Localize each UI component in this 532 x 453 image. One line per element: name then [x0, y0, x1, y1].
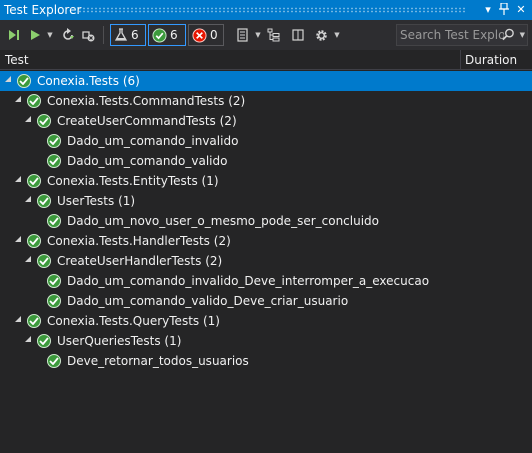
tree-row-label: Conexia.Tests.HandlerTests (2)	[47, 234, 231, 248]
settings-button[interactable]	[313, 26, 329, 44]
flask-icon	[114, 28, 128, 41]
run-all-icon	[9, 30, 19, 40]
play-icon	[31, 30, 40, 40]
tree-row-class[interactable]: CreateUserHandlerTests (2)	[0, 251, 532, 271]
run-all-button[interactable]	[6, 26, 22, 44]
tree-row-label: CreateUserHandlerTests (2)	[57, 254, 223, 268]
window-title: Test Explorer	[4, 3, 82, 17]
passed-icon	[47, 154, 61, 168]
passed-icon	[37, 334, 51, 348]
expand-arrow-icon[interactable]	[15, 236, 21, 242]
expand-arrow-icon[interactable]	[5, 76, 11, 82]
playlist-button[interactable]	[235, 26, 251, 44]
tree-row-namespace[interactable]: Conexia.Tests.QueryTests (1)	[0, 311, 532, 331]
search-input[interactable]	[400, 26, 504, 44]
tree-row-class[interactable]: UserQueriesTests (1)	[0, 331, 532, 351]
passed-icon	[37, 194, 51, 208]
run-dropdown-icon[interactable]: ▼	[46, 26, 54, 44]
expand-arrow-icon[interactable]	[15, 96, 21, 102]
close-icon[interactable]: ✕	[514, 3, 528, 17]
tree-row-namespace[interactable]: Conexia.Tests.EntityTests (1)	[0, 171, 532, 191]
passed-icon	[47, 354, 61, 368]
passed-icon	[47, 214, 61, 228]
tree-row-label: Conexia.Tests.CommandTests (2)	[47, 94, 246, 108]
column-header: Test Duration	[0, 50, 532, 70]
passed-icon	[27, 174, 41, 188]
filter-passed-button[interactable]: 6	[148, 24, 186, 46]
test-tree: Conexia.Tests (6) Conexia.Tests.CommandT…	[0, 71, 532, 453]
tree-row-test[interactable]: Deve_retornar_todos_usuarios	[0, 351, 532, 371]
tree-row-label: Conexia.Tests.QueryTests (1)	[47, 314, 220, 328]
tree-row-label: UserTests (1)	[57, 194, 136, 208]
passed-icon	[27, 314, 41, 328]
expand-arrow-icon[interactable]	[25, 336, 31, 342]
passed-icon	[47, 294, 61, 308]
passed-count: 6	[170, 28, 178, 42]
pin-icon[interactable]	[497, 2, 511, 17]
columns-icon	[292, 29, 304, 41]
columns-button[interactable]	[290, 26, 306, 44]
playlist-icon	[237, 28, 248, 42]
repeat-last-run-button[interactable]	[60, 26, 76, 44]
column-header-duration[interactable]: Duration	[465, 53, 517, 67]
tree-row-namespace[interactable]: Conexia.Tests.HandlerTests (2)	[0, 231, 532, 251]
drag-grip[interactable]	[78, 7, 466, 13]
column-header-test[interactable]: Test	[5, 53, 29, 67]
group-by-button[interactable]	[266, 26, 282, 44]
search-icon[interactable]	[502, 28, 515, 44]
tree-row-label: Dado_um_comando_invalido_Deve_interrompe…	[67, 274, 430, 288]
search-dropdown-icon[interactable]: ▼	[520, 26, 525, 44]
expand-arrow-icon[interactable]	[25, 196, 31, 202]
column-divider[interactable]	[460, 50, 461, 70]
expand-arrow-icon[interactable]	[15, 316, 21, 322]
passed-icon	[37, 114, 51, 128]
cancel-button[interactable]	[80, 26, 96, 44]
tree-row-namespace[interactable]: Conexia.Tests.CommandTests (2)	[0, 91, 532, 111]
group-icon	[267, 28, 280, 42]
tree-row-label: Conexia.Tests.EntityTests (1)	[47, 174, 219, 188]
tree-row-label: Dado_um_comando_valido	[67, 154, 228, 168]
tree-row-project[interactable]: Conexia.Tests (6)	[0, 71, 532, 91]
passed-icon	[47, 134, 61, 148]
tree-row-class[interactable]: CreateUserCommandTests (2)	[0, 111, 532, 131]
playlist-dropdown-icon[interactable]: ▼	[254, 26, 262, 44]
tree-row-label: Dado_um_comando_invalido	[67, 134, 239, 148]
passed-icon	[47, 274, 61, 288]
tree-row-test[interactable]: Dado_um_comando_valido_Deve_criar_usuari…	[0, 291, 532, 311]
passed-icon	[152, 27, 167, 43]
expand-arrow-icon[interactable]	[25, 256, 31, 262]
tree-row-label: Dado_um_comando_valido_Deve_criar_usuari…	[67, 294, 349, 308]
window-menu-icon[interactable]: ▾	[481, 3, 495, 17]
toolbar-separator	[103, 26, 104, 44]
tree-row-test[interactable]: Dado_um_comando_invalido	[0, 131, 532, 151]
tree-row-label: Conexia.Tests (6)	[37, 74, 140, 88]
toolbar: ▼ 6 6 0 ▼ ▼ ▼	[0, 20, 532, 50]
search-box[interactable]: ▼	[396, 24, 528, 46]
filter-total-button[interactable]: 6	[110, 24, 146, 46]
filter-failed-button[interactable]: 0	[188, 24, 224, 46]
settings-dropdown-icon[interactable]: ▼	[333, 26, 341, 44]
tree-row-class[interactable]: UserTests (1)	[0, 191, 532, 211]
run-button[interactable]	[27, 26, 43, 44]
gear-icon	[315, 29, 327, 41]
tree-row-test[interactable]: Dado_um_comando_valido	[0, 151, 532, 171]
passed-icon	[37, 254, 51, 268]
repeat-icon	[63, 28, 74, 40]
cancel-icon	[82, 31, 95, 42]
tree-row-label: UserQueriesTests (1)	[57, 334, 182, 348]
failed-count: 0	[210, 28, 218, 42]
expand-arrow-icon[interactable]	[15, 176, 21, 182]
total-count: 6	[131, 28, 139, 42]
passed-icon	[17, 74, 31, 88]
failed-icon	[192, 27, 207, 43]
passed-icon	[27, 234, 41, 248]
title-bar: Test Explorer ▾ ✕	[0, 0, 532, 20]
tree-row-label: Deve_retornar_todos_usuarios	[67, 354, 249, 368]
tree-row-label: Dado_um_novo_user_o_mesmo_pode_ser_concl…	[67, 214, 380, 228]
tree-row-label: CreateUserCommandTests (2)	[57, 114, 237, 128]
tree-row-test[interactable]: Dado_um_comando_invalido_Deve_interrompe…	[0, 271, 532, 291]
passed-icon	[27, 94, 41, 108]
tree-row-test[interactable]: Dado_um_novo_user_o_mesmo_pode_ser_concl…	[0, 211, 532, 231]
expand-arrow-icon[interactable]	[25, 116, 31, 122]
